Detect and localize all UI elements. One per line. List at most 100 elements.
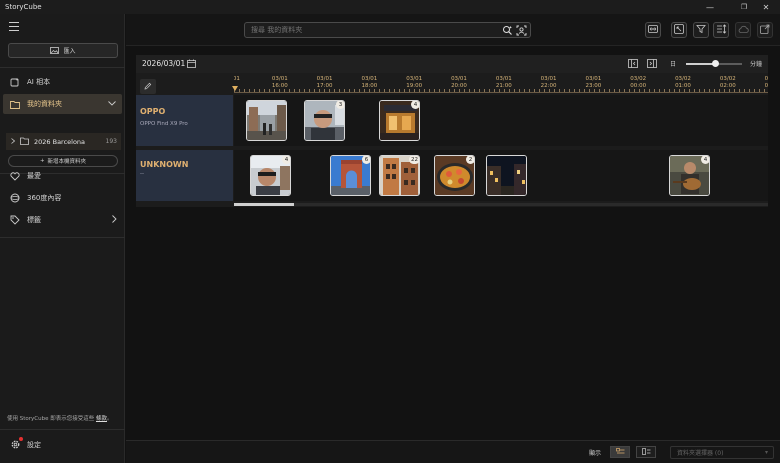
scrollbar-thumb[interactable] [234, 203, 294, 206]
menu-icon[interactable] [9, 22, 19, 31]
timeline-view-icon [615, 447, 625, 457]
time-tick-label: 03/01 17:00 [316, 76, 333, 89]
photo-thumbnail[interactable]: 22 [379, 155, 420, 196]
nav-360-label: 360度內容 [27, 194, 62, 202]
minimize-button[interactable]: — [696, 0, 724, 14]
import-label: 匯入 [63, 48, 76, 55]
time-ruler[interactable]: /01 03/01 16:00 03/01 17:00 03/01 18:00 03/0… [234, 75, 768, 93]
collapse-right-icon[interactable] [647, 59, 657, 70]
time-tick-label: 03/01 22:00 [540, 76, 557, 89]
device-row-label[interactable]: UNKNOWN -- [136, 150, 233, 201]
folder-item-label: 2026 Barcelona [34, 137, 86, 146]
device-model: -- [140, 171, 144, 177]
import-button[interactable]: 匯入 [8, 43, 118, 58]
timeline-scrollbar[interactable] [234, 203, 768, 206]
time-tick-label: 03/01 20:00 [451, 76, 467, 89]
terms-text: 使用 StoryCube 即表示您接受這些 條款。 [7, 414, 113, 422]
face-search-icon[interactable] [515, 24, 528, 37]
nav-ai-album[interactable]: AI 相本 [0, 72, 125, 92]
zoom-slider-fill [686, 63, 716, 65]
timeline-header: 2026/03/01 日 分鐘 [136, 55, 768, 73]
new-folder-label: 新增本機資料夾 [47, 159, 87, 165]
nav-favorites-label: 最愛 [27, 172, 41, 180]
sort-icon [716, 24, 727, 36]
photo-thumbnail[interactable] [486, 155, 527, 196]
search-input[interactable] [251, 26, 481, 34]
time-tick-label: 03/01 21:00 [495, 76, 512, 89]
zoom-slider[interactable] [686, 60, 742, 67]
time-tick-label: 03/01 19:00 [406, 76, 423, 89]
edit-button[interactable] [140, 79, 156, 94]
vr-icon [648, 25, 658, 35]
photo-thumbnail[interactable]: 4 [250, 155, 291, 196]
terms-prefix: 使用 StoryCube 即表示您接受這些 [7, 416, 96, 422]
view-map-button[interactable] [636, 446, 656, 458]
nav-my-folders[interactable]: 我的資料夾 [3, 94, 122, 114]
zoom-min-label: 日 [670, 61, 677, 68]
display-label: 顯示 [589, 450, 602, 457]
time-tick-label: 03/01 18:00 [361, 76, 378, 89]
nav-favorites[interactable]: 最愛 [0, 166, 125, 186]
settings-label: 設定 [27, 440, 41, 449]
sort-button[interactable] [713, 22, 729, 38]
calendar-icon[interactable] [187, 59, 196, 70]
timeline-date: 2026/03/01 [142, 59, 186, 68]
folder-item-barcelona[interactable]: 2026 Barcelona 193 [6, 133, 121, 150]
time-tick-label: 03/02 01:00 [675, 76, 691, 89]
pencil-icon [144, 82, 152, 92]
nav-ai-album-label: AI 相本 [27, 78, 51, 86]
nav-tags-label: 標籤 [27, 216, 41, 224]
cloud-icon [738, 25, 749, 35]
close-button[interactable]: ✕ [752, 0, 780, 14]
filter-button[interactable] [693, 22, 709, 38]
photo-count-badge: 2 [466, 156, 474, 164]
app-title: StoryCube [5, 3, 42, 11]
time-cursor[interactable] [232, 86, 238, 91]
filter-icon [696, 24, 706, 36]
nav-360-content[interactable]: 360度內容 [0, 188, 125, 208]
settings-button[interactable]: 設定 [10, 437, 41, 450]
photo-thumbnail[interactable]: 3 [304, 100, 345, 141]
device-row-track: 4 6 22 2 4 [234, 150, 768, 201]
folder-icon [20, 137, 29, 147]
collapse-left-icon[interactable] [628, 59, 638, 70]
sidebar: 匯入 AI 相本 我的資料夾 2026 Barcelona 193 + 新增本機… [0, 14, 125, 463]
view-timeline-button[interactable] [610, 446, 630, 458]
heart-icon [10, 171, 20, 181]
plus-icon: + [39, 158, 45, 164]
photo-thumbnail[interactable]: 2 [434, 155, 475, 196]
globe-icon [10, 193, 20, 203]
chevron-right-icon[interactable] [11, 137, 16, 146]
bottom-bar: 顯示 資料夾選擇器 (0) ▾ [126, 440, 780, 463]
photo-thumbnail[interactable] [246, 100, 287, 141]
export-button[interactable] [757, 22, 773, 38]
timeline-panel: 2026/03/01 日 分鐘 /01 03/01 16:00 03/01 17:0… [136, 55, 768, 207]
photo-count-badge: 3 [336, 101, 344, 109]
folder-selector[interactable]: 資料夾選擇器 (0) ▾ [670, 446, 774, 459]
folder-selector-label: 資料夾選擇器 (0) [677, 450, 724, 457]
chevron-down-icon: ▾ [764, 449, 768, 456]
zoom-slider-knob[interactable] [711, 60, 719, 67]
device-row-label[interactable]: OPPO OPPO Find X9 Pro [136, 95, 233, 146]
device-row-track: 34 [234, 95, 768, 146]
photo-thumbnail[interactable]: 4 [669, 155, 710, 196]
time-tick-label: 03/01 23:00 [585, 76, 602, 89]
vr-view-button[interactable] [645, 22, 661, 38]
terms-link[interactable]: 條款 [96, 416, 107, 422]
photo-count-badge: 4 [282, 156, 290, 164]
photo-count-badge: 4 [701, 156, 709, 164]
ai-search-icon[interactable] [501, 24, 514, 37]
nav-my-folders-label: 我的資料夾 [27, 100, 62, 108]
share-button[interactable] [735, 22, 751, 38]
folder-item-count: 193 [105, 138, 117, 145]
photo-thumbnail[interactable]: 6 [330, 155, 371, 196]
chevron-down-icon[interactable] [108, 100, 116, 108]
time-tick-label: /01 [234, 76, 240, 82]
tag-icon [10, 215, 20, 225]
chevron-right-icon[interactable] [112, 215, 117, 225]
fullscreen-button[interactable] [671, 22, 687, 38]
map-view-icon [641, 447, 651, 457]
time-tick-label: 03/02 03:00 [764, 76, 768, 89]
nav-tags[interactable]: 標籤 [0, 210, 125, 230]
photo-thumbnail[interactable]: 4 [379, 100, 420, 141]
